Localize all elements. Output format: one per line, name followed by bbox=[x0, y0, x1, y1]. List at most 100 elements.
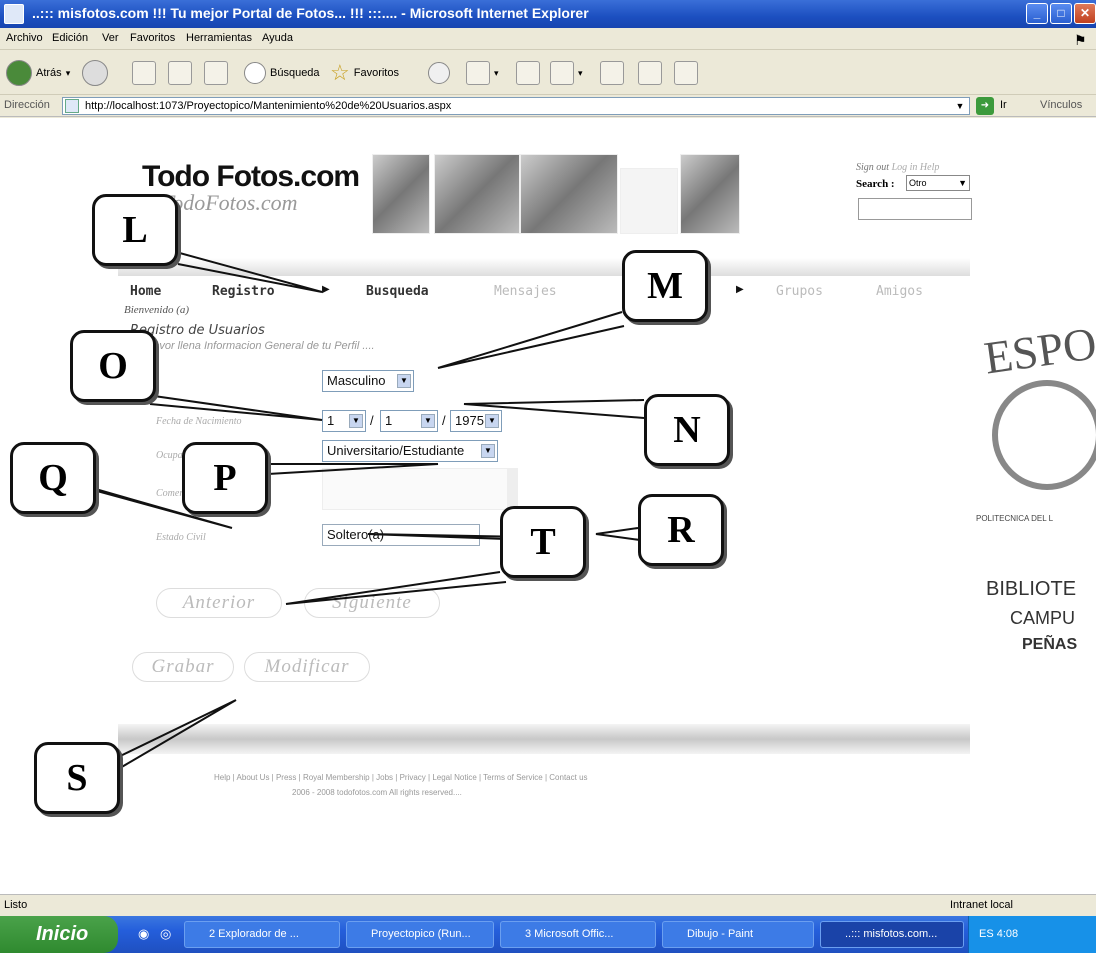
title-bar: ..::: misfotos.com !!! Tu mejor Portal d… bbox=[0, 0, 1096, 28]
occupation-select[interactable]: Universitario/Estudiante ▼ bbox=[322, 440, 498, 462]
scrollbar[interactable] bbox=[507, 469, 517, 509]
birth-month-select[interactable]: 1 ▼ bbox=[380, 410, 438, 432]
nav-strip bbox=[118, 258, 970, 276]
messenger-button[interactable] bbox=[674, 59, 698, 87]
close-button[interactable]: ✕ bbox=[1074, 3, 1096, 24]
forward-arrow-icon bbox=[82, 60, 108, 86]
links-button[interactable]: Vínculos bbox=[1040, 99, 1082, 111]
site-logo[interactable]: Todo Fotos.com bbox=[142, 160, 360, 194]
task-proyectopico[interactable]: Proyectopico (Run... bbox=[346, 921, 494, 948]
footer-links[interactable]: Help | About Us | Press | Royal Membersh… bbox=[214, 773, 588, 782]
print-button[interactable] bbox=[516, 59, 540, 87]
menu-herramientas[interactable]: Herramientas bbox=[186, 32, 252, 44]
site-logo-subtitle: TodoFotos.com bbox=[162, 190, 298, 215]
taskbar: Inicio ◉ ◎ 2 Explorador de ... Proyectop… bbox=[0, 916, 1096, 953]
civil-status-label: Estado Civil bbox=[156, 532, 206, 543]
birth-day-select[interactable]: 1 ▼ bbox=[322, 410, 366, 432]
sign-out-link[interactable]: Sign out bbox=[856, 162, 889, 173]
browser-window: ..::: misfotos.com !!! Tu mejor Portal d… bbox=[0, 0, 1096, 953]
log-in-link[interactable]: Log in bbox=[892, 162, 918, 173]
back-button[interactable]: Atrás ▾ bbox=[6, 59, 70, 87]
nav-mensajes[interactable]: Mensajes bbox=[494, 284, 557, 299]
save-button[interactable]: Grabar bbox=[132, 652, 234, 682]
help-link[interactable]: Help bbox=[920, 162, 939, 173]
address-bar: Dirección http://localhost:1073/Proyecto… bbox=[0, 95, 1096, 117]
nav-grupos[interactable]: Grupos bbox=[776, 284, 823, 299]
mail-button[interactable]: ▾ bbox=[466, 59, 499, 87]
address-input[interactable]: http://localhost:1073/Proyectopico/Mante… bbox=[62, 97, 970, 115]
comment-textarea[interactable] bbox=[322, 468, 518, 510]
research-button[interactable] bbox=[638, 59, 662, 87]
ie-quicklaunch-icon[interactable]: ◎ bbox=[160, 926, 171, 942]
modify-button[interactable]: Modificar bbox=[244, 652, 370, 682]
birth-year-select[interactable]: 1975 ▼ bbox=[450, 410, 502, 432]
callout-r: R bbox=[638, 494, 724, 566]
callout-s: S bbox=[34, 742, 120, 814]
search-input[interactable] bbox=[858, 198, 972, 220]
search-label: Search : bbox=[856, 178, 895, 190]
go-icon[interactable]: ➜ bbox=[976, 97, 994, 115]
menu-ayuda[interactable]: Ayuda bbox=[262, 32, 293, 44]
header-photo bbox=[372, 154, 430, 234]
favorites-button[interactable]: ☆ Favoritos bbox=[330, 59, 399, 87]
edit-button[interactable]: ▾ bbox=[550, 59, 583, 87]
chevron-down-icon: ▼ bbox=[485, 414, 499, 428]
task-explorer[interactable]: 2 Explorador de ... bbox=[184, 921, 340, 948]
refresh-icon bbox=[168, 61, 192, 85]
previous-button[interactable]: Anterior bbox=[156, 588, 282, 618]
refresh-button[interactable] bbox=[168, 59, 192, 87]
birth-date-label: Fecha de Nacimiento bbox=[156, 416, 242, 427]
chevron-down-icon[interactable]: ▼ bbox=[953, 99, 967, 113]
minimize-button[interactable]: _ bbox=[1026, 3, 1048, 24]
menu-favoritos[interactable]: Favoritos bbox=[130, 32, 175, 44]
next-button[interactable]: Siguiente bbox=[304, 588, 440, 618]
callout-o: O bbox=[70, 330, 156, 402]
quicklaunch-icon[interactable]: ◉ bbox=[138, 926, 149, 942]
maximize-button[interactable]: □ bbox=[1050, 3, 1072, 24]
ie-icon bbox=[4, 4, 24, 24]
nav-registro[interactable]: Registro bbox=[212, 284, 275, 299]
history-button[interactable] bbox=[428, 59, 450, 87]
nav-busqueda[interactable]: Busqueda bbox=[366, 284, 429, 299]
stop-icon bbox=[132, 61, 156, 85]
callout-q: Q bbox=[10, 442, 96, 514]
task-paint[interactable]: Dibujo - Paint bbox=[662, 921, 814, 948]
welcome-text: Bienvenido (a) bbox=[124, 304, 190, 316]
account-links: Sign out Log in Help bbox=[856, 162, 939, 173]
discuss-icon bbox=[600, 61, 624, 85]
callout-n: N bbox=[644, 394, 730, 466]
page-subtitle: Por favor llena Informacion General de t… bbox=[130, 340, 375, 352]
chevron-down-icon: ▼ bbox=[481, 444, 495, 458]
system-tray: ES 4:08 bbox=[968, 916, 1096, 953]
messenger-icon bbox=[674, 61, 698, 85]
task-office[interactable]: 3 Microsoft Offic... bbox=[500, 921, 656, 948]
header-photo bbox=[620, 168, 678, 234]
search-icon bbox=[244, 62, 266, 84]
address-label: Dirección bbox=[4, 99, 50, 111]
history-icon bbox=[428, 62, 450, 84]
nav-amigos[interactable]: Amigos bbox=[876, 284, 923, 299]
search-select[interactable]: Otro ▼ bbox=[906, 175, 970, 191]
start-button[interactable]: Inicio bbox=[0, 916, 118, 953]
seal-ring bbox=[992, 380, 1096, 490]
home-button[interactable] bbox=[204, 59, 228, 87]
menu-archivo[interactable]: Archivo bbox=[6, 32, 43, 44]
civil-status-input[interactable]: Soltero(a) bbox=[322, 524, 480, 546]
menu-ver[interactable]: Ver bbox=[102, 32, 119, 44]
menu-edicion[interactable]: Edición bbox=[52, 32, 88, 44]
forward-button[interactable] bbox=[82, 59, 108, 87]
page-icon bbox=[65, 99, 79, 113]
back-arrow-icon bbox=[6, 60, 32, 86]
footer-copyright: 2006 - 2008 todofotos.com All rights res… bbox=[292, 788, 462, 797]
discuss-button[interactable] bbox=[600, 59, 624, 87]
callout-t: T bbox=[500, 506, 586, 578]
stop-button[interactable] bbox=[132, 59, 156, 87]
research-icon bbox=[638, 61, 662, 85]
search-button[interactable]: Búsqueda bbox=[244, 59, 320, 87]
nav-home[interactable]: Home bbox=[130, 284, 161, 299]
go-button[interactable]: Ir bbox=[1000, 99, 1007, 111]
task-browser[interactable]: ..::: misfotos.com... bbox=[820, 921, 964, 948]
callout-p: P bbox=[182, 442, 268, 514]
zone-text: Intranet local bbox=[950, 899, 1013, 911]
gender-select[interactable]: Masculino ▼ bbox=[322, 370, 414, 392]
